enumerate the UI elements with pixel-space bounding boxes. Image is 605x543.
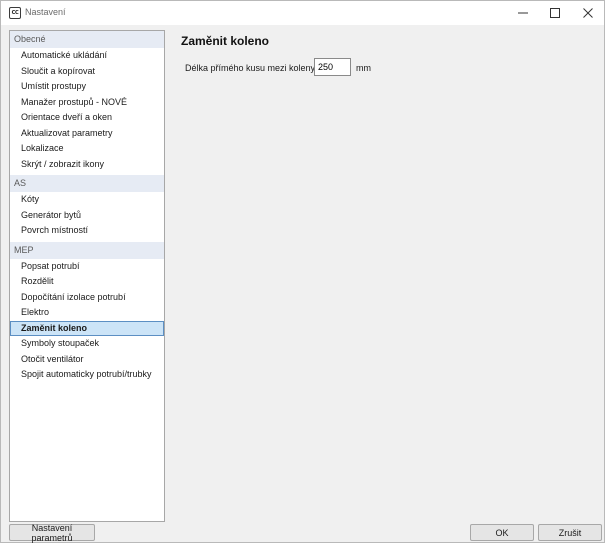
sidebar-item-manazer-prostupu[interactable]: Manažer prostupů - NOVÉ <box>10 95 164 111</box>
maximize-button[interactable] <box>540 3 570 23</box>
sidebar-item-dopocitani-izolace-potrubi[interactable]: Dopočítání izolace potrubí <box>10 290 164 306</box>
sidebar-item-povrch-mistnosti[interactable]: Povrch místností <box>10 223 164 239</box>
minimize-icon <box>518 12 528 14</box>
app-icon: CC <box>9 7 21 19</box>
sidebar-item-lokalizace[interactable]: Lokalizace <box>10 141 164 157</box>
ok-button[interactable]: OK <box>470 524 534 541</box>
sidebar-item-rozdelit[interactable]: Rozdělit <box>10 274 164 290</box>
sidebar-item-orientace-dveri-a-oken[interactable]: Orientace dveří a oken <box>10 110 164 126</box>
sidebar-item-elektro[interactable]: Elektro <box>10 305 164 321</box>
settings-window: CC Nastavení Obecné Automatické ukládání… <box>0 0 605 543</box>
sidebar-item-symboly-stoupacek[interactable]: Symboly stoupaček <box>10 336 164 352</box>
close-button[interactable] <box>573 3 603 23</box>
group-header-obecne: Obecné <box>10 31 164 48</box>
sidebar-item-skryt-zobrazit-ikony[interactable]: Skrýt / zobrazit ikony <box>10 157 164 173</box>
group-header-as: AS <box>10 175 164 192</box>
sidebar-item-popsat-potrubi[interactable]: Popsat potrubí <box>10 259 164 275</box>
page-title: Zaměnit koleno <box>181 34 270 48</box>
title-bar: CC Nastavení <box>1 1 604 25</box>
minimize-button[interactable] <box>508 3 538 23</box>
settings-sidebar: Obecné Automatické ukládání Sloučit a ko… <box>9 30 165 522</box>
maximize-icon <box>550 8 560 18</box>
group-header-mep: MEP <box>10 241 164 259</box>
sidebar-item-spojit-automaticky[interactable]: Spojit automaticky potrubí/trubky <box>10 367 164 383</box>
sidebar-item-otocit-ventilator[interactable]: Otočit ventilátor <box>10 352 164 368</box>
straight-length-label: Délka přímého kusu mezi koleny: <box>185 63 318 73</box>
sidebar-item-generator-bytu[interactable]: Generátor bytů <box>10 208 164 224</box>
sidebar-item-koty[interactable]: Kóty <box>10 192 164 208</box>
sidebar-item-umistit-prostupy[interactable]: Umístit prostupy <box>10 79 164 95</box>
sidebar-item-aktualizovat-parametry[interactable]: Aktualizovat parametry <box>10 126 164 142</box>
sidebar-item-automaticke-ukladani[interactable]: Automatické ukládání <box>10 48 164 64</box>
parameter-settings-button[interactable]: Nastavení parametrů <box>9 523 95 543</box>
window-title: Nastavení <box>25 7 66 17</box>
sidebar-item-sloucit-a-kopirovat[interactable]: Sloučit a kopírovat <box>10 64 164 80</box>
unit-label: mm <box>356 63 371 73</box>
sidebar-item-zamenit-koleno[interactable]: Zaměnit koleno <box>10 320 164 336</box>
cancel-button[interactable]: Zrušit <box>538 524 602 541</box>
straight-length-input[interactable] <box>314 58 351 76</box>
close-icon <box>583 8 593 18</box>
